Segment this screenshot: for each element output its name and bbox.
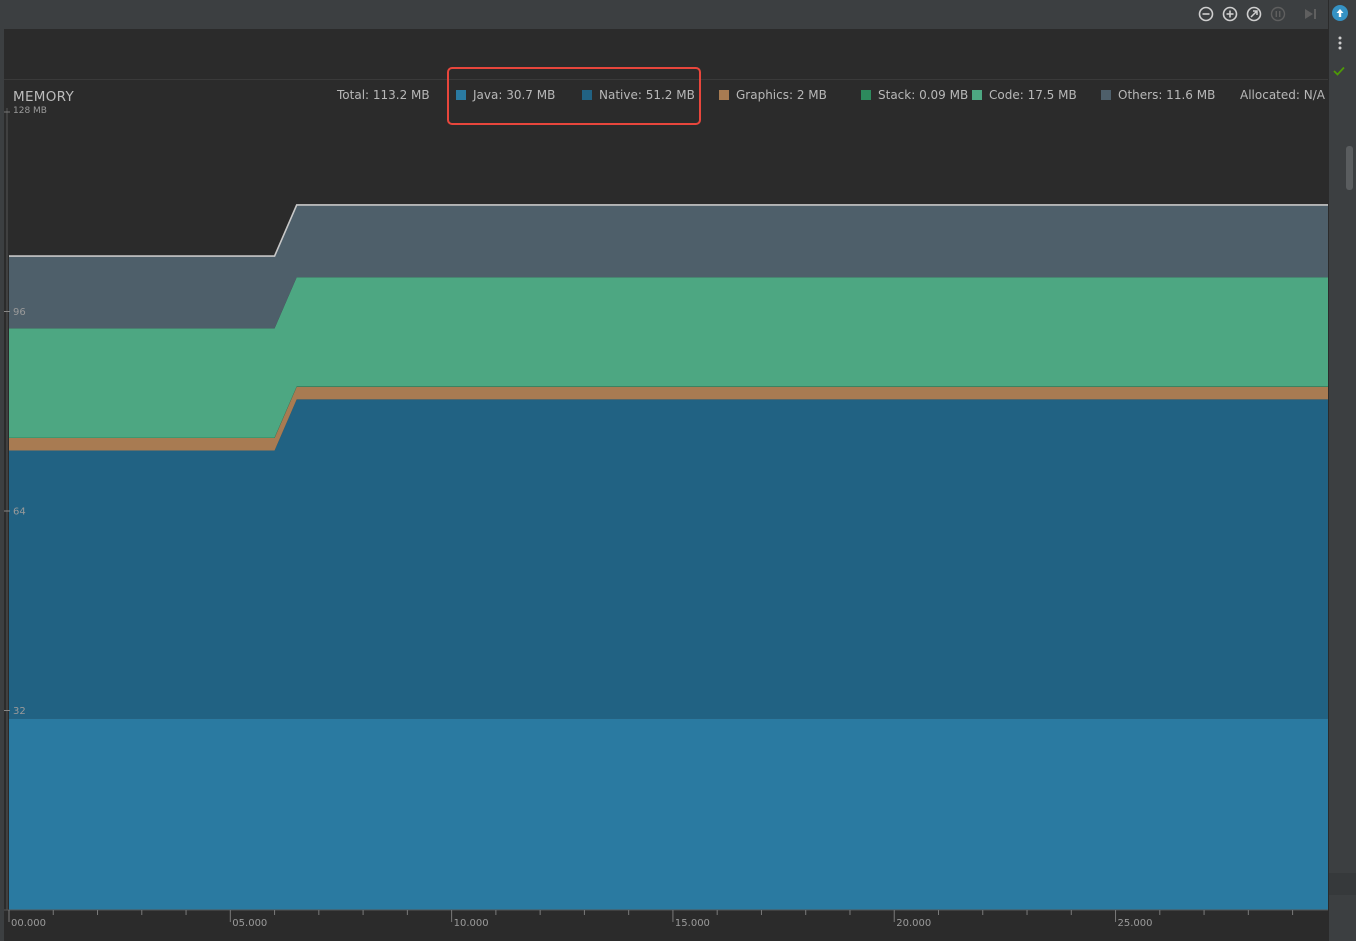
x-tick-label: 20.000 (896, 918, 931, 929)
legend-allocated-label: Allocated: N/A (1240, 88, 1325, 102)
legend-others-swatch (1101, 90, 1111, 100)
strip-divider (1329, 873, 1356, 895)
highlight-box (447, 67, 701, 125)
legend-allocated: Allocated: N/A (1240, 87, 1325, 103)
legend-stack-label: Stack: 0.09 MB (878, 88, 969, 102)
x-tick-label: 05.000 (232, 918, 267, 929)
area-java (9, 718, 1328, 910)
check-icon (1333, 66, 1345, 76)
x-tick-label: 00.000 (11, 918, 46, 929)
right-tool-strip (1328, 0, 1356, 941)
memory-chart: 96 64 32 00.000 05.000 10.000 15.000 20.000 25.0… (4, 108, 1328, 941)
legend-total-label: Total: 113.2 MB (337, 88, 430, 102)
y-tick-label: 96 (13, 307, 26, 318)
legend-others: Others: 11.6 MB (1101, 87, 1215, 103)
go-to-live-icon[interactable] (1302, 6, 1318, 22)
legend-code-swatch (972, 90, 982, 100)
more-options-icon[interactable] (1337, 35, 1343, 51)
profiler-toolbar (0, 0, 1328, 30)
y-tick-label: 32 (13, 706, 26, 717)
legend-graphics: Graphics: 2 MB (719, 87, 827, 103)
zoom-out-icon[interactable] (1198, 6, 1214, 22)
reset-zoom-icon[interactable] (1246, 6, 1262, 22)
memory-title: MEMORY (13, 89, 75, 105)
zoom-in-icon[interactable] (1222, 6, 1238, 22)
legend-code: Code: 17.5 MB (972, 87, 1077, 103)
x-tick-label: 10.000 (454, 918, 489, 929)
x-tick-label: 25.000 (1118, 918, 1153, 929)
legend-stack-swatch (861, 90, 871, 100)
update-icon[interactable] (1332, 5, 1348, 21)
legend-total: Total: 113.2 MB (337, 87, 430, 103)
memory-max-label: 128 MB (13, 106, 47, 116)
legend-graphics-swatch (719, 90, 729, 100)
legend-others-label: Others: 11.6 MB (1118, 88, 1216, 102)
x-tick-label: 15.000 (675, 918, 710, 929)
legend-graphics-label: Graphics: 2 MB (736, 88, 827, 102)
y-tick-label: 64 (13, 507, 26, 518)
legend-code-label: Code: 17.5 MB (989, 88, 1077, 102)
legend-stack: Stack: 0.09 MB (861, 87, 968, 103)
vertical-scrollbar[interactable] (1346, 146, 1353, 190)
pause-icon[interactable] (1270, 6, 1286, 22)
